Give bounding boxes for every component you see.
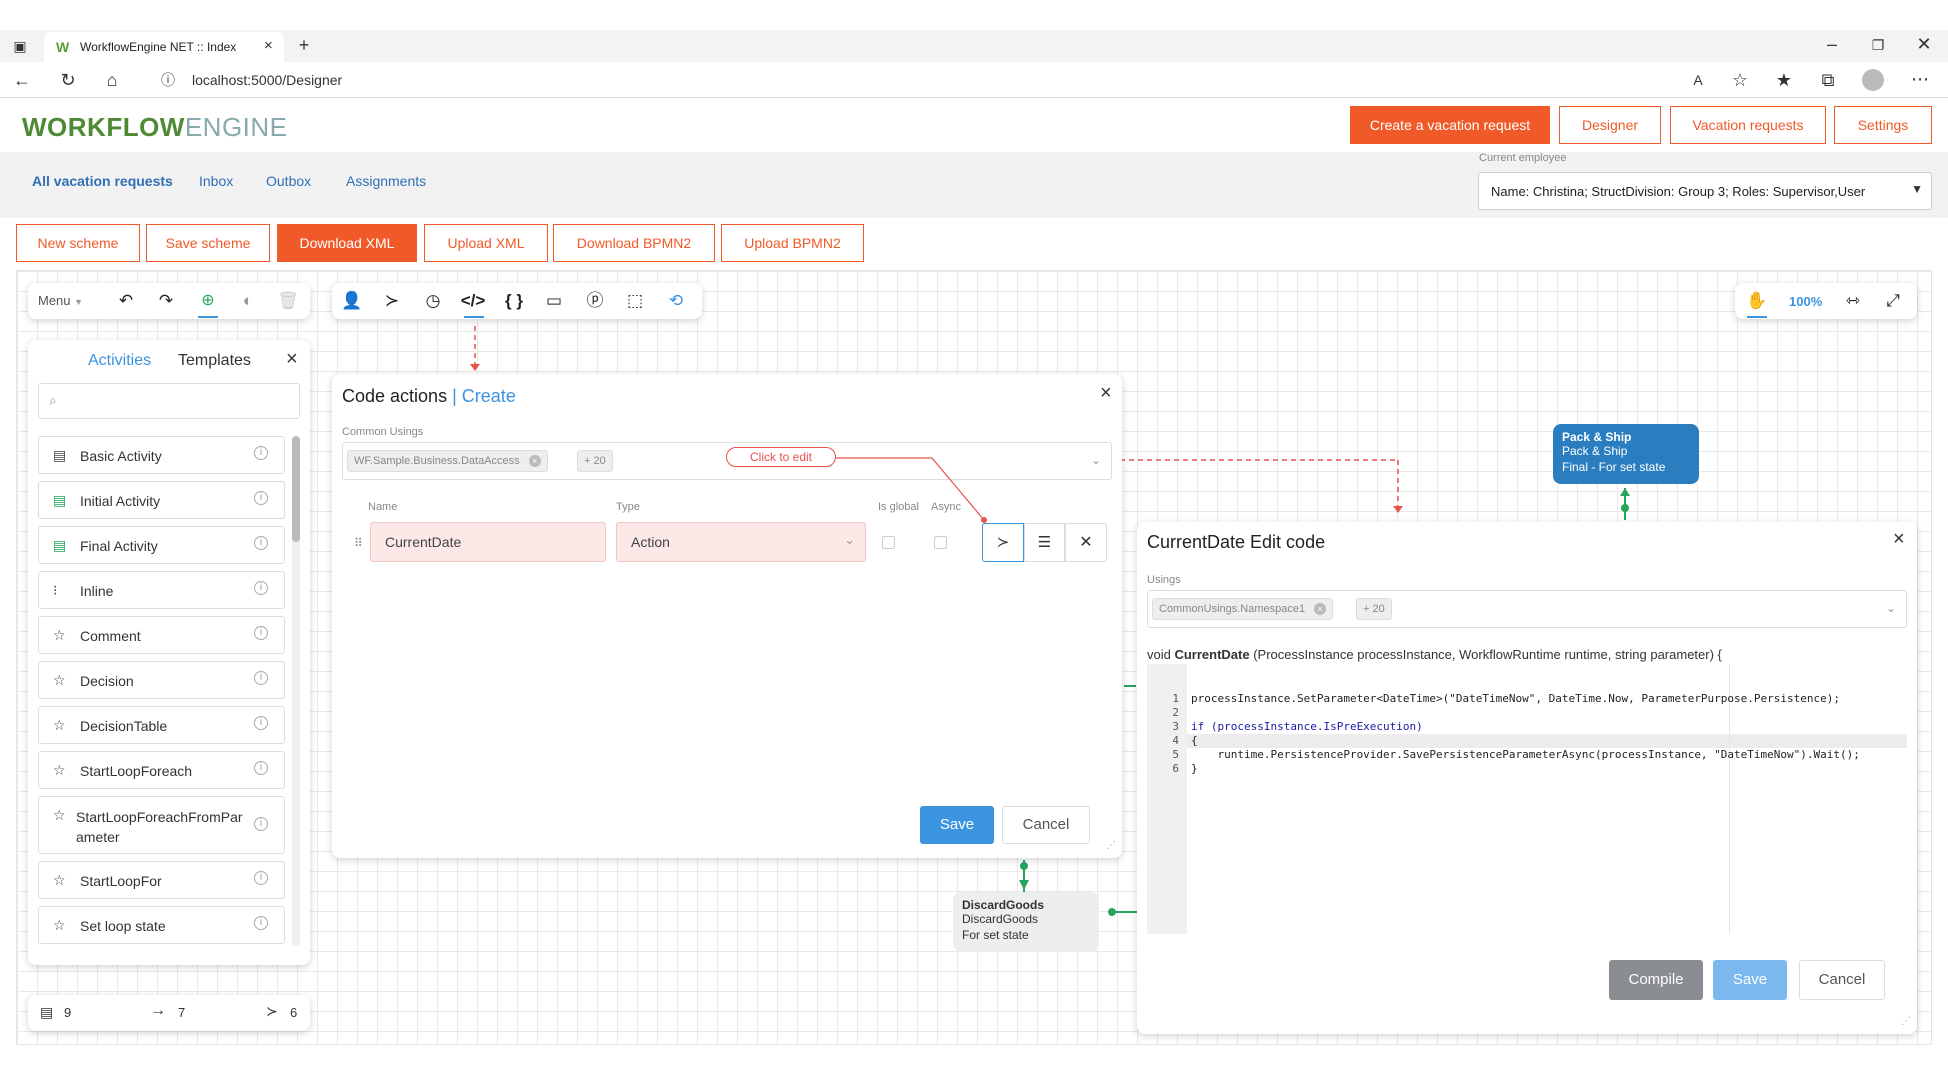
code-lines: processInstance.SetParameter<DateTime>("… bbox=[1191, 664, 1860, 804]
code-line: if (processInstance.IsPreExecution) bbox=[1191, 720, 1423, 733]
code-line: { bbox=[1191, 734, 1198, 747]
resize-handle-icon[interactable]: ⋰ bbox=[1901, 1016, 1911, 1027]
code-line: runtime.PersistenceProvider.SavePersiste… bbox=[1191, 748, 1860, 761]
cancel-button[interactable]: Cancel bbox=[1799, 960, 1885, 1000]
method-signature: void CurrentDate (ProcessInstance proces… bbox=[1147, 647, 1722, 662]
code-editor[interactable]: 123456 processInstance.SetParameter<Date… bbox=[1147, 664, 1907, 934]
save-button[interactable]: Save bbox=[1713, 960, 1787, 1000]
usings-select[interactable]: CommonUsings.Namespace1 × + 20 ⌄ bbox=[1147, 590, 1907, 628]
code-line: processInstance.SetParameter<DateTime>("… bbox=[1191, 692, 1841, 705]
remove-chip-icon[interactable]: × bbox=[1314, 603, 1327, 615]
close-icon[interactable]: × bbox=[1893, 528, 1905, 551]
more-usings-chip[interactable]: + 20 bbox=[1356, 598, 1392, 620]
chevron-down-icon: ⌄ bbox=[1885, 601, 1896, 615]
dialog-title: CurrentDate Edit code bbox=[1147, 532, 1326, 552]
compile-button[interactable]: Compile bbox=[1609, 960, 1703, 1000]
edit-code-dialog: CurrentDate Edit code × Usings CommonUsi… bbox=[1137, 522, 1917, 1034]
using-chip: CommonUsings.Namespace1 × bbox=[1152, 598, 1334, 620]
code-line: } bbox=[1191, 762, 1198, 775]
